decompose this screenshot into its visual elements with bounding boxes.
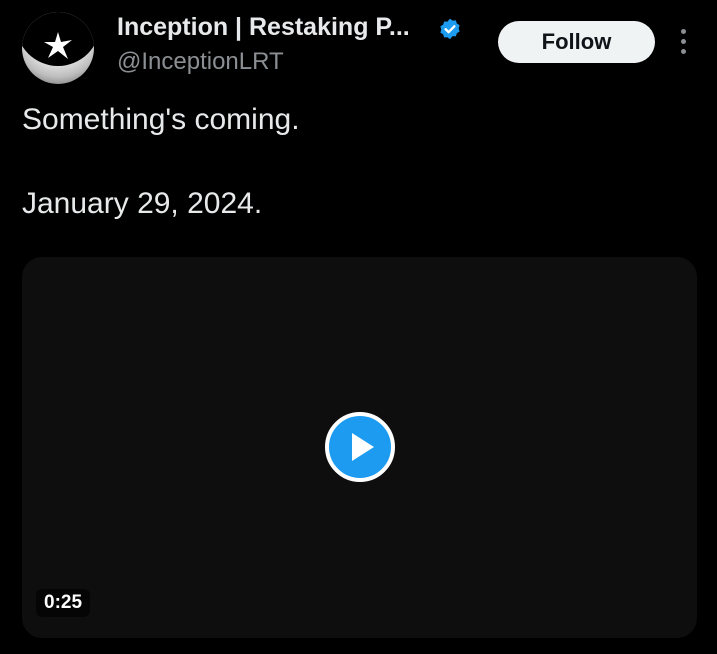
more-dot: [681, 39, 686, 44]
video-player[interactable]: 0:25: [22, 257, 697, 638]
video-duration: 0:25: [36, 589, 91, 617]
tweet-text-line: January 29, 2024.: [22, 187, 263, 220]
verified-badge-icon: [440, 18, 460, 40]
display-name[interactable]: Inception | Restaking P...: [117, 13, 410, 42]
follow-button[interactable]: Follow: [498, 21, 655, 63]
more-dot: [681, 49, 686, 54]
inception-logo-icon: [44, 32, 72, 59]
user-handle[interactable]: @InceptionLRT: [117, 48, 284, 76]
tweet-text-line: Something's coming.: [22, 103, 300, 136]
avatar[interactable]: [22, 12, 94, 84]
tweet: Inception | Restaking P... @InceptionLRT…: [0, 0, 717, 654]
more-options-icon[interactable]: [672, 26, 696, 58]
play-icon[interactable]: [324, 411, 396, 483]
more-dot: [681, 29, 686, 34]
